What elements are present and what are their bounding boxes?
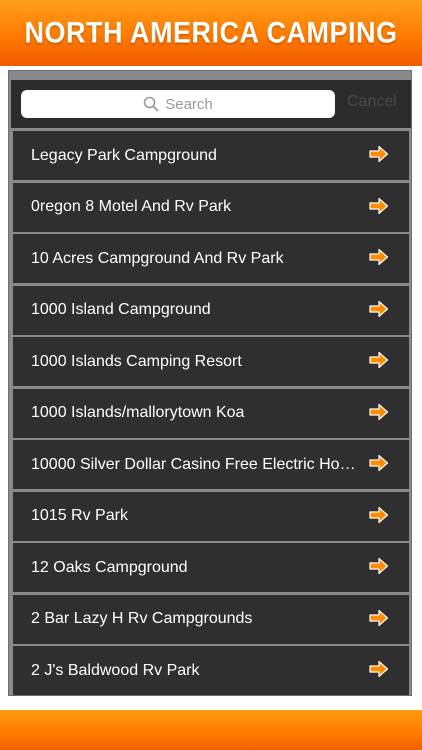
list-item-label: 1000 Islands/mallorytown Koa — [31, 404, 245, 421]
arrow-right-icon[interactable] — [369, 197, 389, 215]
list-item-label: Legacy Park Campground — [31, 146, 217, 164]
list-item-label: 0regon 8 Motel And Rv Park — [31, 198, 232, 215]
search-input[interactable]: Search — [21, 90, 335, 118]
list-item-label: 1015 Rv Park — [31, 507, 128, 524]
list-item-label: 2 Bar Lazy H Rv Campgrounds — [31, 610, 253, 627]
list-item[interactable]: 1000 Island Campground — [13, 285, 409, 335]
arrow-right-icon[interactable] — [369, 300, 389, 318]
arrow-right-icon[interactable] — [369, 403, 389, 421]
arrow-right-icon[interactable] — [369, 557, 389, 575]
list-item-label: 10000 Silver Dollar Casino Free Electric… — [31, 455, 357, 473]
arrow-right-icon[interactable] — [369, 248, 389, 266]
search-placeholder: Search — [165, 95, 213, 113]
app-title: NORTH AMERICA CAMPING — [24, 16, 398, 49]
arrow-right-icon[interactable] — [369, 351, 389, 369]
list-item[interactable]: 1000 Islands/mallorytown Koa — [13, 388, 409, 438]
list-item[interactable]: 0regon 8 Motel And Rv Park — [13, 182, 409, 232]
list-item-label: 10 Acres Campground And Rv Park — [31, 249, 284, 267]
list-item[interactable]: 2 J's Baldwood Rv Park — [13, 646, 409, 695]
list-item[interactable]: 2 Bar Lazy H Rv Campgrounds — [13, 594, 409, 644]
arrow-right-icon[interactable] — [369, 454, 389, 472]
arrow-right-icon[interactable] — [369, 609, 389, 627]
list-item[interactable]: 10 Acres Campground And Rv Park — [13, 234, 409, 283]
arrow-right-icon[interactable] — [369, 660, 389, 678]
list-item-label: 2 J's Baldwood Rv Park — [31, 661, 200, 679]
list-item-label: 1000 Island Campground — [31, 301, 211, 318]
list-item-label: 1000 Islands Camping Resort — [31, 352, 242, 370]
search-icon — [143, 96, 159, 112]
list-item[interactable]: 1015 Rv Park — [13, 491, 409, 541]
arrow-right-icon[interactable] — [369, 506, 389, 524]
list-item[interactable]: 1000 Islands Camping Resort — [13, 337, 409, 386]
list-item-label: 12 Oaks Campground — [31, 558, 188, 576]
list-item[interactable]: 12 Oaks Campground — [13, 543, 409, 592]
top-banner: NORTH AMERICA CAMPING — [0, 0, 422, 66]
cancel-button[interactable]: Cancel — [347, 93, 397, 111]
list-item[interactable]: Legacy Park Campground — [13, 131, 409, 180]
bottom-banner — [0, 710, 422, 750]
list-item[interactable]: 10000 Silver Dollar Casino Free Electric… — [13, 440, 409, 489]
arrow-right-icon[interactable] — [369, 145, 389, 163]
